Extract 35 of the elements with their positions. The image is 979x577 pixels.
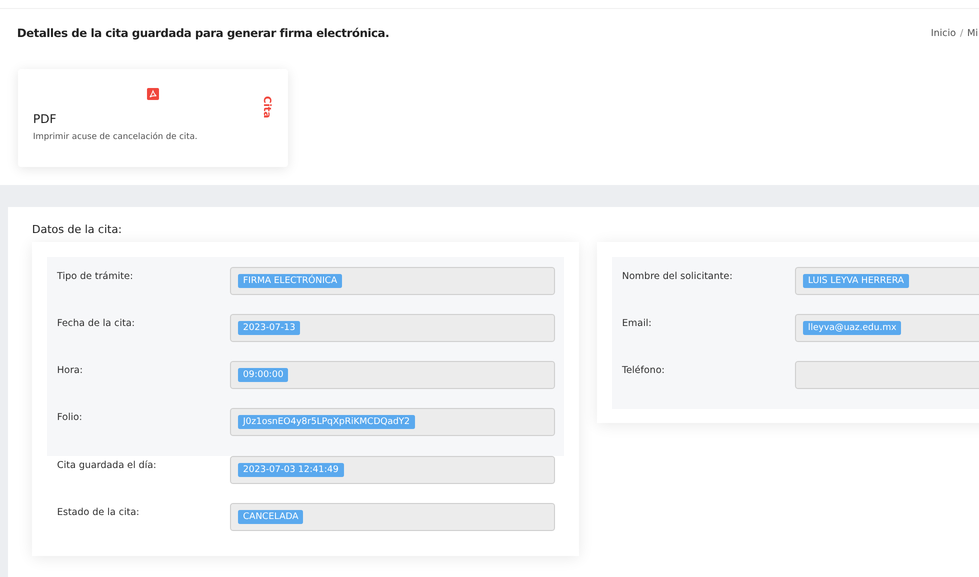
- breadcrumb-link[interactable]: Inicio: [930, 28, 956, 38]
- breadcrumb-link[interactable]: Mi: [967, 28, 978, 38]
- value-tag: LUIS LEYVA HERRERA: [803, 274, 909, 288]
- value-tag: J0z1osnEO4y8r5LPqXpRiKMCDQadY2: [238, 415, 415, 429]
- page-title: Detalles de la cita guardada para generar firma electrónica.: [17, 26, 390, 40]
- field-label: Hora:: [57, 364, 84, 376]
- breadcrumb-separator: /: [960, 28, 964, 38]
- pdf-icon: [146, 88, 158, 100]
- readonly-field[interactable]: J0z1osnEO4y8r5LPqXpRiKMCDQadY2: [230, 408, 555, 436]
- field-label: Tipo de trámite:: [57, 270, 134, 282]
- readonly-field[interactable]: FIRMA ELECTRÓNICA: [230, 267, 555, 295]
- field-label: Cita guardada el día:: [57, 459, 158, 471]
- readonly-field[interactable]: lleyva@uaz.edu.mx: [795, 314, 979, 342]
- pdf-card[interactable]: PDF Imprimir acuse de cancelación de cita. Cita: [18, 69, 288, 167]
- value-tag: FIRMA ELECTRÓNICA: [238, 274, 342, 288]
- readonly-field[interactable]: 2023-07-03 12:41:49: [230, 456, 555, 484]
- value-tag: 09:00:00: [238, 368, 288, 382]
- field-label: Folio:: [57, 411, 84, 423]
- readonly-field[interactable]: CANCELADA: [230, 503, 555, 531]
- readonly-field[interactable]: 2023-07-13: [230, 314, 555, 342]
- field-label: Estado de la cita:: [57, 506, 140, 518]
- pdf-title: PDF: [33, 112, 58, 126]
- cita-label: Cita: [261, 96, 272, 118]
- field-label: Fecha de la cita:: [57, 317, 136, 329]
- section-title: Datos de la cita:: [32, 223, 123, 236]
- pdf-description: Imprimir acuse de cancelación de cita.: [33, 132, 198, 142]
- value-tag: lleyva@uaz.edu.mx: [803, 321, 902, 335]
- field-label: Email:: [622, 317, 653, 329]
- readonly-field[interactable]: LUIS LEYVA HERRERA: [795, 267, 979, 295]
- value-tag: CANCELADA: [238, 510, 304, 524]
- readonly-field[interactable]: 09:00:00: [230, 361, 555, 389]
- field-label: Teléfono:: [622, 364, 666, 376]
- value-tag: 2023-07-03 12:41:49: [238, 463, 344, 477]
- field-label: Nombre del solicitante:: [622, 270, 734, 282]
- value-tag: 2023-07-13: [238, 321, 300, 335]
